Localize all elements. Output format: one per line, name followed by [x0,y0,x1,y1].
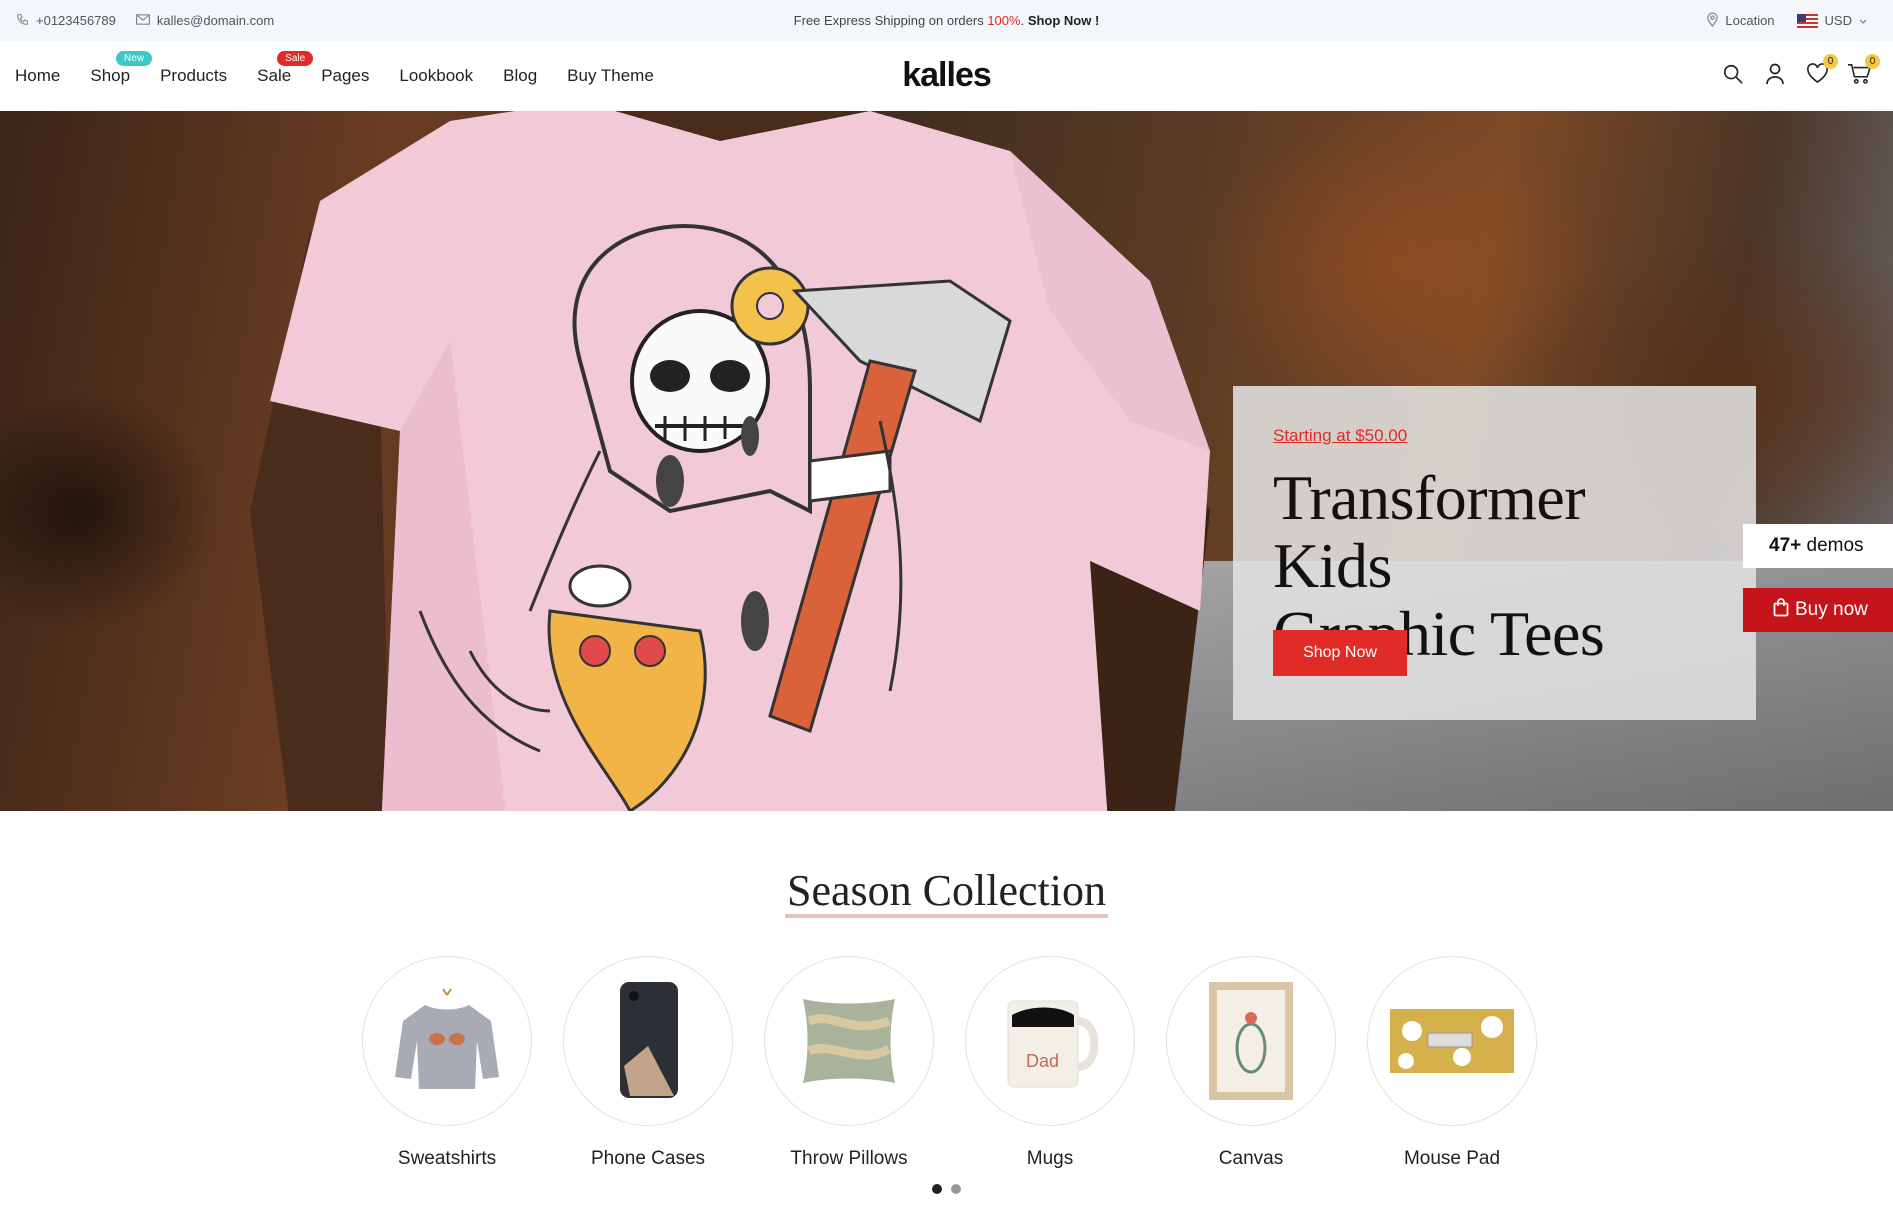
user-icon [1765,63,1785,90]
nav-item-blog[interactable]: Blog [503,66,537,86]
wishlist-count: 0 [1823,54,1838,69]
nav-label: Buy Theme [567,66,654,85]
carousel-dot-2[interactable] [951,1184,961,1194]
phone-number: +0123456789 [36,13,116,28]
shop-now-button[interactable]: Shop Now [1273,630,1407,676]
nav-label: Shop [90,66,131,85]
search-button[interactable] [1721,64,1745,88]
nav-item-products[interactable]: Products [160,66,227,86]
account-button[interactable] [1763,63,1787,90]
category-mugs[interactable]: Dad Mugs [965,956,1135,1170]
hero-title-line1: Transformer Kids [1273,462,1586,601]
new-badge: New [116,51,153,66]
header-actions: 0 0 [1721,41,1880,111]
email-address: kalles@domain.com [156,13,275,28]
cart-count: 0 [1865,54,1880,69]
carousel-dot-1[interactable] [932,1184,942,1194]
category-sweatshirts[interactable]: Sweatshirts [362,956,532,1170]
collection-title: Season Collection [785,868,1108,918]
shipping-promo: Free Express Shipping on orders 100%. Sh… [0,13,1893,28]
site-logo[interactable]: kalles [902,56,992,94]
promo-text: Free Express Shipping on orders [793,13,988,28]
location-link[interactable]: Location [1707,12,1775,30]
category-label: Sweatshirts [397,1148,497,1169]
canvas-frame-icon [1209,982,1293,1100]
currency-label: USD [1824,13,1852,28]
currency-selector[interactable]: USD [1796,13,1867,28]
svg-text:Dad: Dad [1026,1051,1059,1071]
phone-icon [16,13,29,29]
promo-shop-link[interactable]: Shop Now ! [1028,13,1100,28]
cart-button[interactable]: 0 [1847,54,1880,88]
nav-label: Lookbook [399,66,474,85]
category-image [362,956,532,1126]
main-header: Home Shop New Products Sale Sale Pages Loo… [0,41,1893,111]
nav-label: Home [15,66,61,85]
us-flag-icon [1796,13,1818,28]
buy-now-side-button[interactable]: Buy now [1743,588,1893,632]
location-label: Location [1725,13,1775,28]
category-image: Dad [965,956,1135,1126]
sale-badge: Sale [277,51,314,66]
category-throw-pillows[interactable]: Throw Pillows [764,956,934,1170]
nav-item-buy-theme[interactable]: Buy Theme [567,66,654,86]
phone-case-icon [620,982,678,1098]
category-canvas[interactable]: Canvas [1166,956,1336,1170]
category-mouse-pad[interactable]: Mouse Pad [1367,956,1537,1170]
sweatshirt-icon [395,988,499,1089]
chevron-down-icon [1859,13,1867,28]
category-label: Mugs [1026,1148,1074,1169]
nav-item-shop[interactable]: Shop New [90,51,153,86]
top-bar: +0123456789 kalles@domain.com Free Expre… [0,0,1893,41]
buy-now-label: Buy now [1795,599,1868,620]
hero-graphic-tee-image [250,111,1210,811]
category-label: Phone Cases [590,1148,706,1169]
category-image [1166,956,1336,1126]
nav-label: Products [160,66,228,85]
mug-icon: Dad [1007,1000,1099,1088]
category-image [764,956,934,1126]
demos-count: 47+ [1769,535,1802,556]
mouse-pad-icon [1390,1009,1514,1073]
search-icon [1722,63,1744,90]
nav-item-pages[interactable]: Pages [321,66,369,86]
collection-title-wrap: Season Collection [0,868,1893,918]
demos-side-button[interactable]: 47+ demos [1743,524,1893,568]
carousel-pagination [932,1184,961,1194]
hero-price-link[interactable]: Starting at $50.00 [1273,426,1407,446]
main-nav: Home Shop New Products Sale Sale Pages Loo… [15,41,654,111]
nav-label: Sale [257,66,292,85]
category-image [563,956,733,1126]
category-phone-cases[interactable]: Phone Cases [563,956,733,1170]
shopping-bag-icon [1773,597,1789,623]
nav-label: Pages [321,66,370,85]
category-label: Canvas [1218,1148,1284,1169]
wishlist-button[interactable]: 0 [1805,54,1838,88]
promo-separator: . [1020,13,1028,28]
phone-contact[interactable]: +0123456789 [16,13,116,29]
category-label: Mouse Pad [1403,1148,1501,1169]
nav-label: Blog [503,66,538,85]
demos-label: demos [1801,535,1864,556]
category-label: Throw Pillows [790,1148,908,1169]
promo-percent: 100% [987,13,1021,28]
category-carousel: Sweatshirts Phone Cases Throw Pillows Da… [362,956,1537,1170]
pillow-icon [803,999,895,1083]
nav-item-lookbook[interactable]: Lookbook [399,66,473,86]
nav-item-sale[interactable]: Sale Sale [257,51,314,86]
email-contact[interactable]: kalles@domain.com [135,13,275,28]
category-image [1367,956,1537,1126]
location-pin-icon [1707,12,1719,30]
nav-item-home[interactable]: Home [15,66,60,86]
hero-promo-card: Starting at $50.00 Transformer Kids Grap… [1233,386,1756,720]
mail-icon [135,13,150,28]
hero-banner[interactable]: Starting at $50.00 Transformer Kids Grap… [0,111,1893,811]
